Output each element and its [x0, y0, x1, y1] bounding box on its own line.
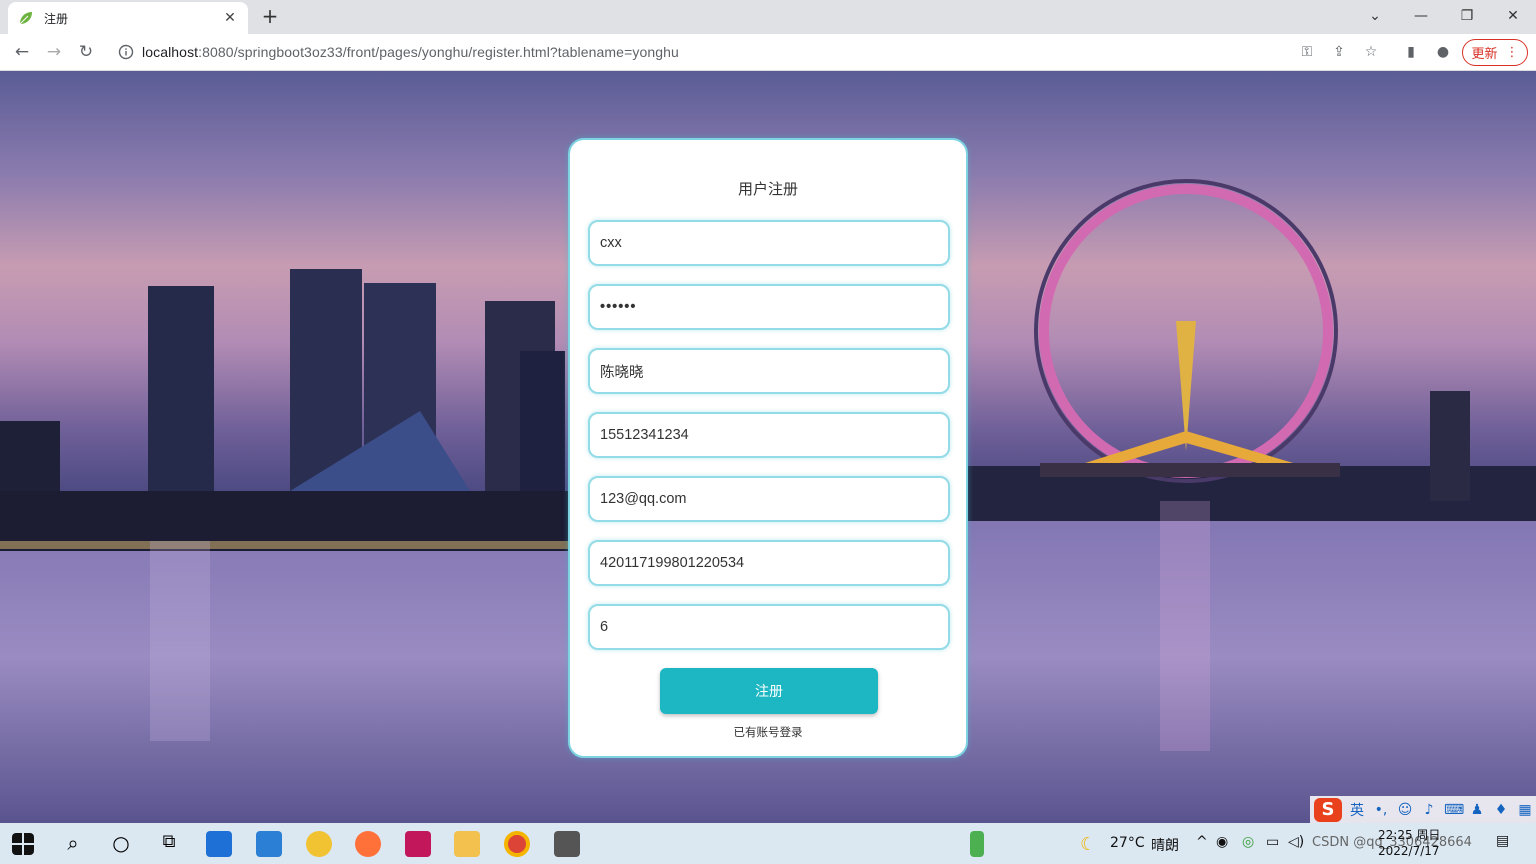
login-link[interactable]: 已有账号登录 [570, 724, 966, 740]
forward-arrow-icon[interactable]: → [42, 40, 66, 64]
tab-register[interactable]: 注册 ✕ [8, 2, 248, 34]
back-arrow-icon[interactable]: ← [10, 40, 34, 64]
url-path: :8080/springboot3oz33/front/pages/yonghu… [198, 44, 679, 60]
email-input[interactable] [588, 476, 950, 522]
id-card-input[interactable] [588, 540, 950, 586]
minimize-button[interactable]: — [1398, 0, 1444, 34]
user-icon[interactable]: ♟ [1468, 802, 1486, 818]
browser-toolbar: ← → ↻ localhost:8080/springboot3oz33/fro… [0, 34, 1536, 71]
sticky-app-icon[interactable] [306, 831, 332, 857]
age-input[interactable] [588, 604, 950, 650]
tray-chevron-icon[interactable]: ^ [1196, 834, 1208, 850]
password-input[interactable] [588, 284, 950, 330]
reload-icon[interactable]: ↻ [74, 40, 98, 64]
moon-weather-icon: ☾ [1080, 834, 1097, 855]
terminal-app-icon[interactable] [554, 831, 580, 857]
close-window-button[interactable]: ✕ [1490, 0, 1536, 34]
skin-icon[interactable]: ♦ [1492, 802, 1510, 818]
search-icon[interactable]: ⌕ [60, 831, 86, 857]
more-menu-icon: ⋮ [1505, 45, 1519, 60]
page-background: 用户注册 注册 已有账号登录 [0, 71, 1536, 823]
qq-tray-icon[interactable]: ◉ [1216, 834, 1228, 850]
tab-strip: 注册 ✕ + ⌄ — ❐ ✕ [0, 0, 1536, 34]
profile-avatar-icon[interactable]: ● [1433, 42, 1453, 62]
phone-input[interactable] [588, 412, 950, 458]
leaf-favicon-icon [19, 12, 32, 25]
page-title: 用户注册 [737, 180, 798, 198]
windows-start-icon[interactable] [12, 833, 34, 855]
taskbar: ⌕ ○ ⧉ ☾ 27°C 晴朗 ^ ◉ ◎ ▭ ◁) CSDN @qq_3306… [0, 823, 1536, 864]
apps-grid-icon[interactable]: ▦ [1516, 802, 1534, 818]
network-icon[interactable]: ▭ [1266, 834, 1279, 850]
restore-button[interactable]: ❐ [1444, 0, 1490, 34]
chrome-icon[interactable] [504, 831, 530, 857]
weather-text[interactable]: 晴朗 [1151, 835, 1179, 855]
task-view-icon[interactable]: ⧉ [156, 831, 182, 857]
sogou-ime-icon[interactable]: S [1314, 798, 1342, 822]
new-tab-button[interactable]: + [258, 5, 282, 29]
register-card: 用户注册 注册 已有账号登录 [568, 138, 968, 758]
intellij-icon[interactable] [405, 831, 431, 857]
key-icon[interactable]: ⚿ [1297, 42, 1317, 62]
bookmark-star-icon[interactable]: ☆ [1361, 42, 1381, 62]
url-text[interactable]: localhost:8080/springboot3oz33/front/pag… [142, 44, 679, 60]
ime-lang[interactable]: 英 [1348, 800, 1366, 820]
account-input[interactable] [588, 220, 950, 266]
notification-icon[interactable]: ▤ [1496, 833, 1509, 849]
share-icon[interactable]: ⇪ [1329, 42, 1349, 62]
register-button[interactable]: 注册 [660, 668, 878, 714]
file-explorer-icon[interactable] [454, 831, 480, 857]
tab-search-chevron-icon[interactable]: ⌄ [1352, 0, 1398, 34]
tray-app-icon[interactable]: ◎ [1242, 834, 1254, 850]
tab-title: 注册 [44, 11, 69, 26]
cortana-icon[interactable]: ○ [108, 831, 134, 857]
weather-temp[interactable]: 27°C [1110, 835, 1145, 851]
mail-icon[interactable] [256, 831, 282, 857]
address-bar[interactable]: localhost:8080/springboot3oz33/front/pag… [108, 38, 1328, 66]
firefox-icon[interactable] [355, 831, 381, 857]
url-host: localhost [142, 44, 199, 60]
store-icon[interactable] [206, 831, 232, 857]
battery-tray-icon[interactable] [970, 831, 984, 857]
clock-date[interactable]: 2022/7/17 [1378, 844, 1440, 858]
ime-toolbar: S 英 •, ☺ ♪ ⌨ ♟ ♦ ▦ [1310, 796, 1536, 824]
side-panel-icon[interactable]: ▮ [1401, 42, 1421, 62]
volume-icon[interactable]: ◁) [1288, 834, 1304, 850]
emoji-icon[interactable]: ☺ [1396, 802, 1414, 818]
update-button[interactable]: 更新 ⋮ [1462, 39, 1528, 66]
mic-icon[interactable]: ♪ [1420, 802, 1438, 818]
name-input[interactable] [588, 348, 950, 394]
site-info-icon[interactable] [118, 44, 134, 60]
keyboard-icon[interactable]: ⌨ [1444, 802, 1464, 818]
update-label: 更新 [1471, 47, 1498, 62]
punctuation-icon[interactable]: •, [1372, 802, 1390, 818]
tab-close-icon[interactable]: ✕ [222, 10, 238, 26]
clock-time[interactable]: 22:25 周日 [1378, 826, 1440, 843]
